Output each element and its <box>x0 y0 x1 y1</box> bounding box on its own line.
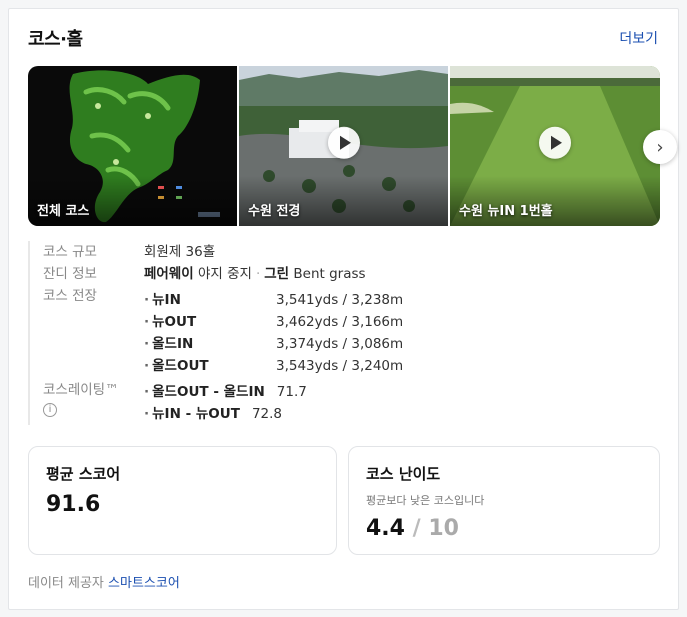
thumb-caption: 수원 뉴IN 1번홀 <box>459 204 553 219</box>
info-label: 코스레이팅™ i <box>43 381 144 425</box>
rating-pair: 뉴IN - 뉴OUT <box>144 403 240 425</box>
rating-item: 뉴IN - 뉴OUT 72.8 <box>144 403 307 425</box>
data-provider: 데이터 제공자 스마트스코어 <box>28 572 180 591</box>
info-row-rating: 코스레이팅™ i 올드OUT - 올드IN 71.7 뉴IN - 뉴OUT 72.8 <box>43 381 428 425</box>
length-item: 올드OUT3,543yds / 3,240m <box>144 355 403 377</box>
difficulty-value: 4.4 <box>366 516 405 541</box>
fairway-label: 페어웨이 <box>144 266 194 282</box>
info-label: 잔디 정보 <box>43 266 97 282</box>
green-label: 그린 <box>264 266 290 282</box>
chevron-right-icon[interactable]: › <box>643 130 677 164</box>
course-info: 코스 규모 회원제 36홀 잔디 정보 페어웨이 야지 중지 · 그린 Bent g… <box>28 241 428 425</box>
course-length: 3,462yds / 3,166m <box>276 314 404 330</box>
avg-score-box: 평균 스코어 91.6 <box>28 446 337 555</box>
length-item: 뉴OUT3,462yds / 3,166m <box>144 311 403 333</box>
fairway-value: 야지 중지 <box>197 266 252 282</box>
avg-score-title: 평균 스코어 <box>46 465 121 483</box>
info-row-length: 코스 전장 뉴IN3,541yds / 3,238m 뉴OUT3,462yds … <box>43 285 428 377</box>
thumb-caption: 수원 전경 <box>248 204 301 219</box>
thumb-suwon-view[interactable]: 수원 전경 <box>239 66 448 226</box>
length-item: 뉴IN3,541yds / 3,238m <box>144 289 403 311</box>
green-value: Bent grass <box>293 266 366 282</box>
difficulty-desc: 평균보다 낮은 코스입니다 <box>366 494 485 507</box>
provider-link[interactable]: 스마트스코어 <box>108 576 180 591</box>
difficulty-max: 10 <box>428 516 459 541</box>
course-length: 3,541yds / 3,238m <box>276 292 404 308</box>
thumb-new-in-hole1[interactable]: 수원 뉴IN 1번홀 <box>450 66 660 226</box>
card-header: 코스·홀 더보기 <box>28 25 658 51</box>
course-length: 3,543yds / 3,240m <box>276 358 404 374</box>
section-title: 코스·홀 <box>28 29 83 50</box>
course-name: 뉴OUT <box>144 311 276 333</box>
separator-dot: · <box>255 266 261 282</box>
info-value: 페어웨이 야지 중지 · 그린 Bent grass <box>144 263 366 285</box>
rating-list: 올드OUT - 올드IN 71.7 뉴IN - 뉴OUT 72.8 <box>144 381 307 425</box>
play-icon[interactable] <box>539 126 571 159</box>
rating-value: 72.8 <box>251 406 283 422</box>
rating-value: 71.7 <box>276 384 307 400</box>
more-link[interactable]: 더보기 <box>619 28 658 48</box>
info-icon[interactable]: i <box>43 403 57 417</box>
info-value: 회원제 36홀 <box>144 244 216 260</box>
media-carousel: 전체 코스 수원 전경 수원 뉴IN 1번홀 <box>28 66 660 226</box>
rating-label: 코스레이팅™ <box>43 382 119 398</box>
info-row-scale: 코스 규모 회원제 36홀 <box>43 241 428 263</box>
info-label: 코스 전장 <box>43 288 97 304</box>
rating-item: 올드OUT - 올드IN 71.7 <box>144 381 307 403</box>
difficulty-title: 코스 난이도 <box>366 465 441 483</box>
course-name: 올드IN <box>144 333 276 355</box>
thumb-full-course[interactable]: 전체 코스 <box>28 66 237 226</box>
play-icon[interactable] <box>327 126 360 159</box>
course-name: 올드OUT <box>144 355 276 377</box>
difficulty-box: 코스 난이도 평균보다 낮은 코스입니다 4.4 / 10 <box>348 446 660 555</box>
length-list: 뉴IN3,541yds / 3,238m 뉴OUT3,462yds / 3,16… <box>144 285 403 377</box>
info-label: 코스 규모 <box>43 244 97 260</box>
info-row-grass: 잔디 정보 페어웨이 야지 중지 · 그린 Bent grass <box>43 263 428 285</box>
course-name: 뉴IN <box>144 289 276 311</box>
length-item: 올드IN3,374yds / 3,086m <box>144 333 403 355</box>
course-hole-card: 코스·홀 더보기 전체 코스 수원 전경 수원 뉴IN 1번홀 › 코스 규모 … <box>8 8 679 610</box>
difficulty-score: 4.4 / 10 <box>366 516 642 541</box>
thumb-caption: 전체 코스 <box>37 204 90 219</box>
difficulty-slash: / <box>412 516 421 541</box>
course-length: 3,374yds / 3,086m <box>276 336 404 352</box>
provider-label: 데이터 제공자 <box>28 576 104 591</box>
avg-score-value: 91.6 <box>46 492 101 517</box>
rating-pair: 올드OUT - 올드IN <box>144 381 265 403</box>
